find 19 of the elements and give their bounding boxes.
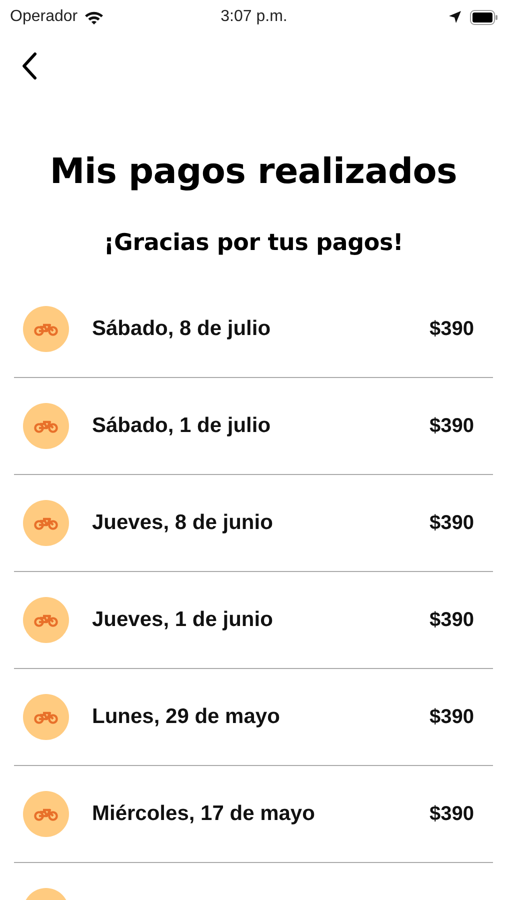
payment-date: Miércoles, 17 de mayo bbox=[92, 802, 316, 826]
payment-amount: $390 bbox=[430, 318, 474, 340]
clock-time: 3:07 p.m. bbox=[220, 8, 288, 26]
carrier-name: Operador bbox=[10, 8, 78, 26]
payment-date: Sábado, 1 de julio bbox=[92, 414, 272, 438]
payment-amount: $390 bbox=[430, 802, 474, 826]
payment-amount: $390 bbox=[430, 414, 474, 438]
battery-icon bbox=[470, 10, 498, 24]
payment-date: Sábado, 8 de julio bbox=[92, 317, 272, 341]
payment-amount: $390 bbox=[430, 512, 474, 534]
payment-date: Lunes, 29 de mayo bbox=[92, 705, 281, 729]
page-subtitle: ¡Gracias por tus pagos! bbox=[104, 229, 404, 258]
page-title: Mis pagos realizados bbox=[50, 151, 458, 194]
location-arrow-icon bbox=[449, 11, 462, 23]
payment-date: Jueves, 1 de junio bbox=[92, 608, 274, 632]
payment-amount: $390 bbox=[430, 608, 474, 632]
payment-amount: $390 bbox=[430, 706, 474, 728]
wifi-icon bbox=[84, 10, 104, 24]
payment-date: Jueves, 8 de junio bbox=[92, 511, 274, 535]
